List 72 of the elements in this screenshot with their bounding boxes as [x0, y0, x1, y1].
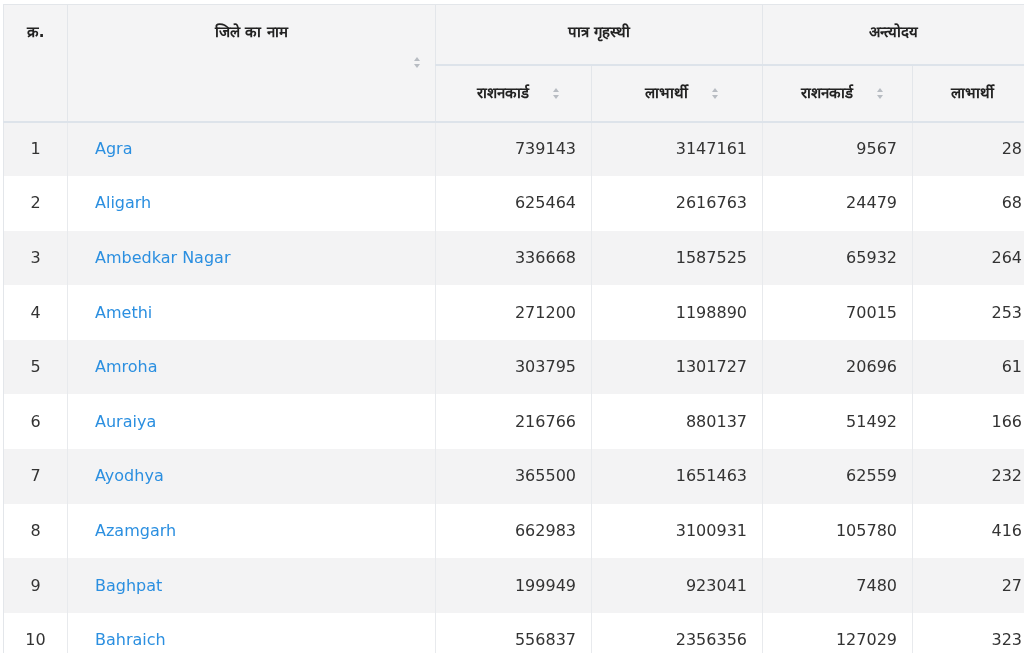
table-cell: 1651463: [675, 466, 747, 486]
district-link[interactable]: Azamgarh: [95, 520, 177, 540]
row-number: 3: [30, 248, 41, 267]
table-cell: 625464: [514, 193, 576, 213]
table-cell: 27: [1001, 575, 1022, 595]
column-header[interactable]: लाभार्थी: [644, 81, 688, 105]
table-cell: 303795: [514, 357, 576, 377]
table-cell: 253: [991, 302, 1022, 322]
row-number: 8: [30, 520, 41, 540]
table-cell: 2616763: [675, 193, 747, 213]
table-cell: 166: [991, 411, 1022, 431]
row-number: 4: [30, 302, 41, 322]
table-cell: 662983: [514, 520, 576, 540]
table-cell: 3147161: [675, 139, 747, 159]
table-cell: 1587525: [675, 248, 747, 267]
table-cell: 1301727: [675, 357, 747, 377]
district-link[interactable]: Aligarh: [95, 193, 152, 213]
district-link[interactable]: Ayodhya: [95, 466, 164, 486]
table-cell: 105780: [835, 520, 897, 540]
row-number: 1: [30, 139, 41, 159]
row-number: 2: [30, 193, 41, 213]
district-link[interactable]: Amethi: [95, 302, 153, 322]
table-cell: 70015: [846, 302, 897, 322]
row-number: 5: [30, 357, 41, 377]
table-cell: 28: [1001, 139, 1022, 159]
district-link[interactable]: Amroha: [95, 357, 158, 377]
district-link[interactable]: Ambedkar Nagar: [95, 248, 231, 267]
table-cell: 9567: [856, 139, 897, 159]
table-cell: 232: [991, 466, 1022, 486]
table-cell: 556837: [514, 630, 576, 650]
table-cell: 336668: [514, 248, 576, 267]
table-cell: 3100931: [675, 520, 747, 540]
table-cell: 199949: [514, 575, 576, 595]
district-link[interactable]: Auraiya: [95, 411, 157, 431]
table-cell: 264: [991, 248, 1022, 267]
column-header: लाभार्थी: [951, 82, 994, 104]
table-cell: 216766: [514, 411, 576, 431]
table-cell: 416: [991, 520, 1022, 540]
row-number: 9: [30, 575, 41, 595]
table-cell: 365500: [514, 466, 576, 486]
table-cell: 7480: [856, 575, 897, 595]
row-number: 10: [25, 630, 46, 650]
row-number: 7: [30, 466, 41, 486]
table-cell: 2356356: [675, 630, 747, 650]
row-number: 6: [30, 411, 41, 431]
district-link[interactable]: Bahraich: [95, 630, 166, 650]
column-group-header: पात्र गृहस्थी: [567, 23, 631, 41]
table-cell: 24479: [846, 193, 897, 213]
table-cell: 880137: [685, 411, 747, 431]
table-cell: 923041: [685, 575, 747, 595]
table-cell: 62559: [846, 466, 897, 486]
table-cell: 271200: [514, 302, 576, 322]
table-cell: 1198890: [675, 302, 747, 322]
table-cell: 51492: [846, 411, 897, 431]
table-cell: 127029: [835, 630, 897, 650]
table-cell: 20696: [846, 357, 897, 377]
column-group-header: अन्त्योदय: [869, 23, 918, 41]
column-header: क्र.: [26, 23, 45, 41]
district-link[interactable]: Baghpat: [95, 575, 163, 595]
table-cell: 61: [1001, 357, 1022, 377]
table-cell: 68: [1001, 193, 1022, 213]
column-header[interactable]: राशनकार्ड: [800, 81, 853, 105]
sort-icon[interactable]: [414, 57, 420, 68]
table-cell: 65932: [846, 248, 897, 267]
column-header[interactable]: राशनकार्ड: [476, 81, 529, 105]
district-link[interactable]: Agra: [95, 139, 133, 159]
table-cell: 739143: [514, 139, 576, 159]
sort-icon[interactable]: [552, 87, 559, 99]
table-cell: 323: [991, 630, 1022, 650]
sort-icon[interactable]: [711, 87, 718, 99]
column-header[interactable]: जिले का नाम: [215, 23, 288, 41]
sort-icon[interactable]: [876, 87, 883, 99]
